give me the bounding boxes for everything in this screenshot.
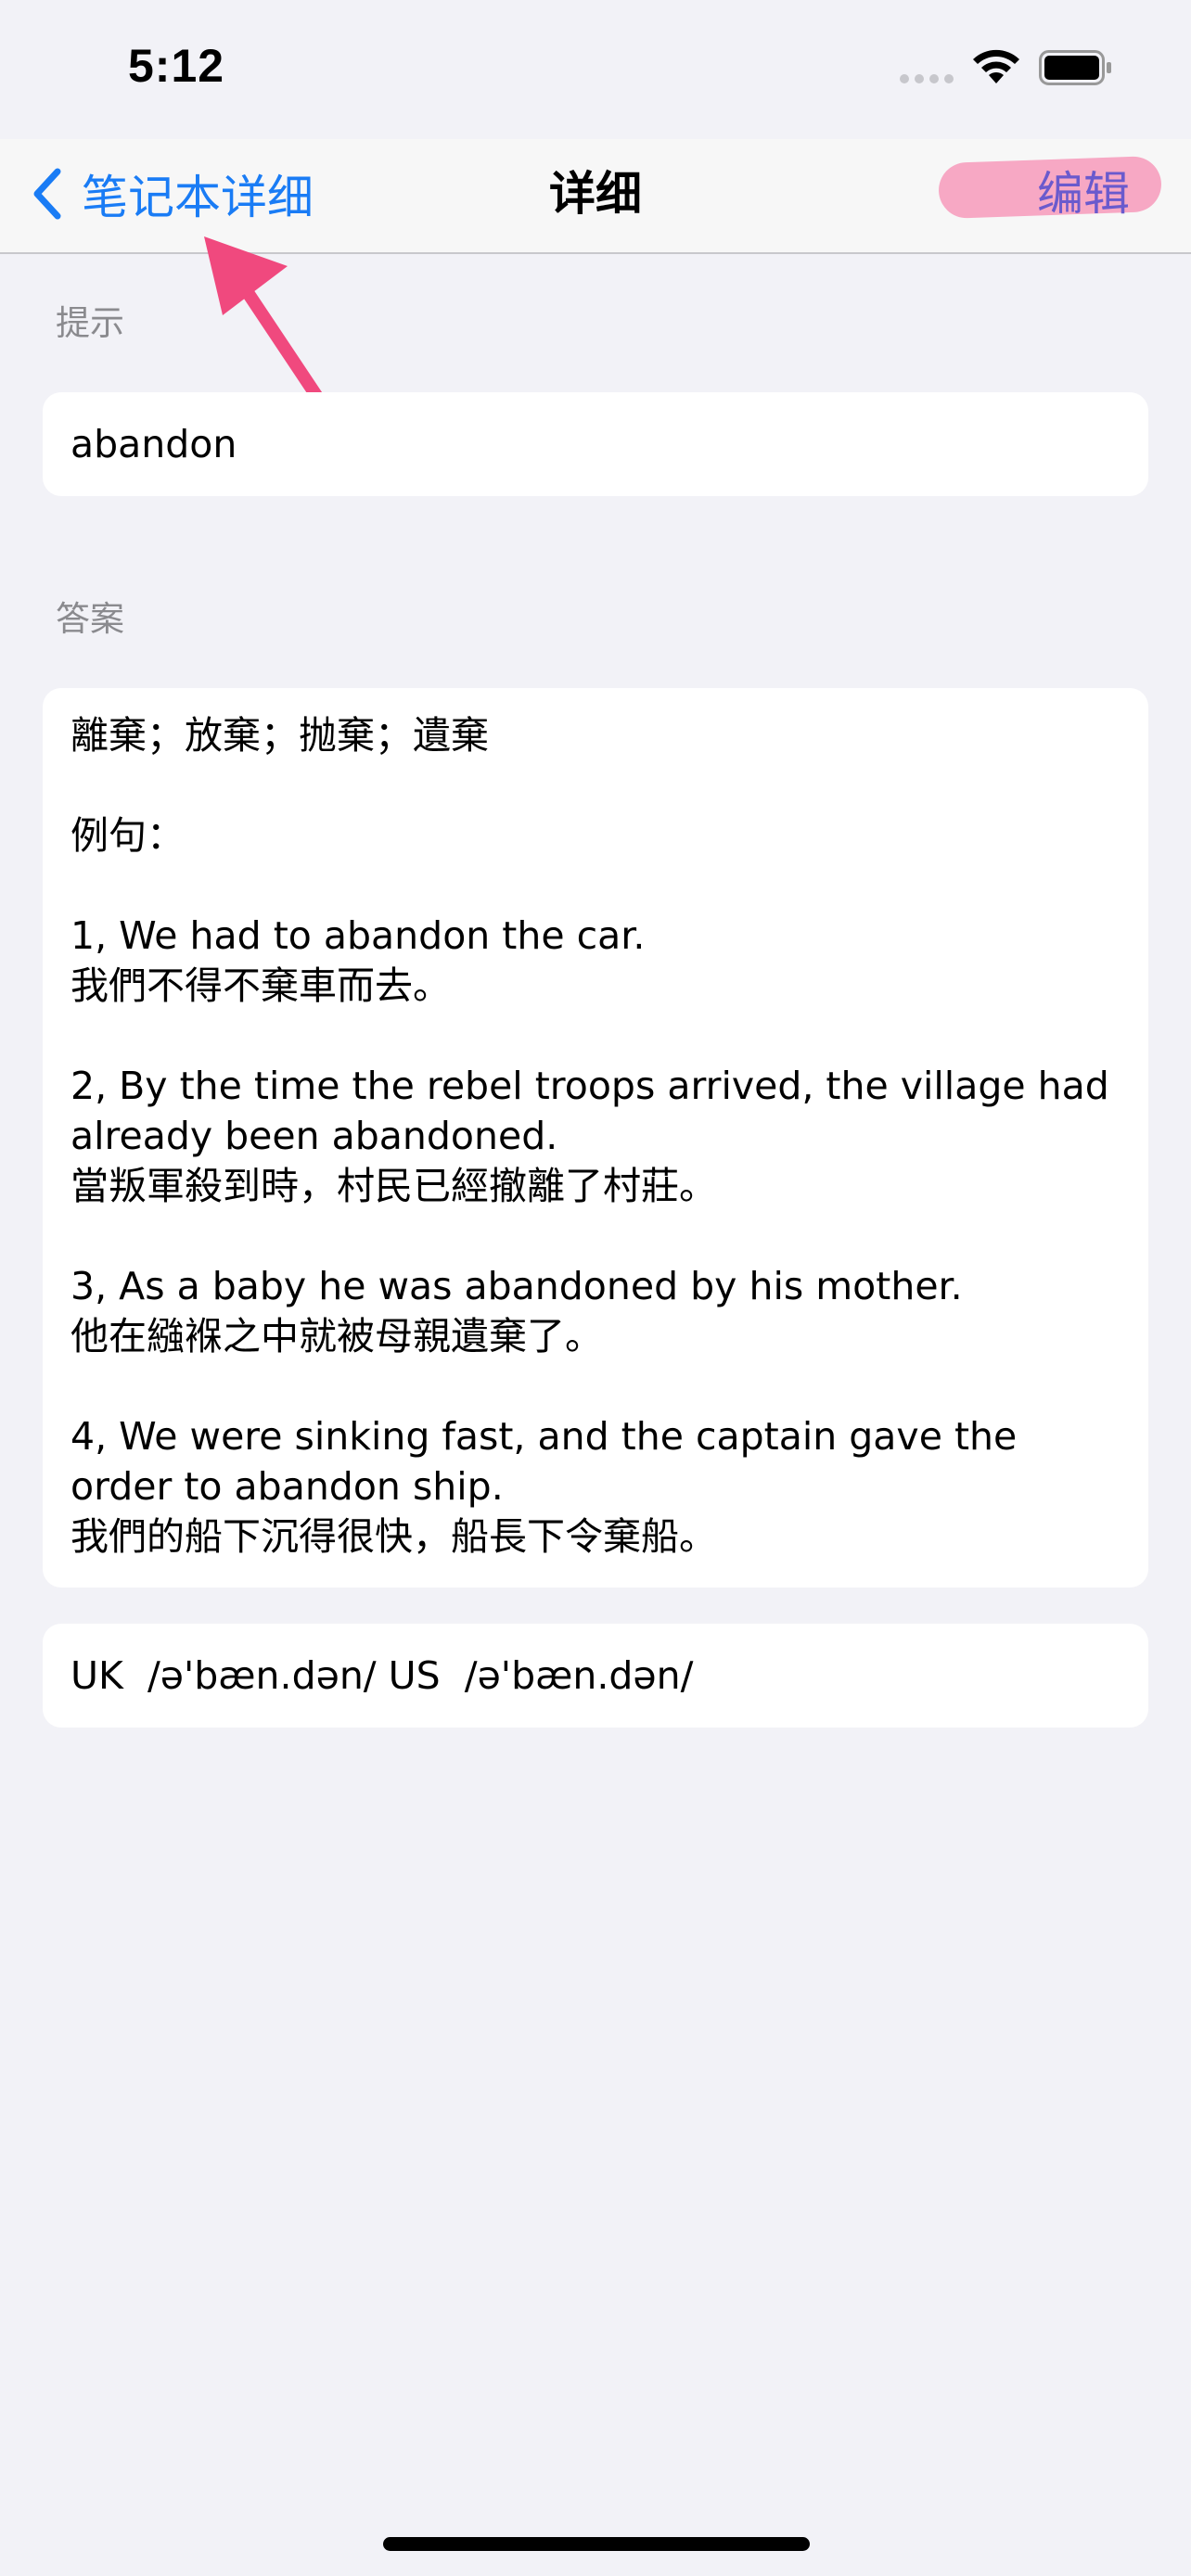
edit-button[interactable]: 编辑 xyxy=(1020,161,1159,226)
hint-card: abandon xyxy=(43,392,1148,496)
answer-text: 離棄；放棄；抛棄；遺棄 例句： 1, We had to abandon the… xyxy=(70,713,1109,1559)
navigation-bar: 笔记本详细 详细 编辑 xyxy=(0,139,1191,254)
hint-value: abandon xyxy=(70,422,237,466)
home-indicator[interactable] xyxy=(383,2537,810,2551)
status-bar: 5:12 xyxy=(0,0,1191,139)
battery-icon xyxy=(1039,50,1111,85)
status-time: 5:12 xyxy=(128,40,225,92)
answer-card: 離棄；放棄；抛棄；遺棄 例句： 1, We had to abandon the… xyxy=(43,688,1148,1588)
phonetic-card: UK /ə'bæn.dən/ US /ə'bæn.dən/ xyxy=(43,1624,1148,1728)
wifi-icon xyxy=(973,49,1019,83)
cellular-signal-icon xyxy=(900,74,955,85)
answer-section-header: 答案 xyxy=(56,599,124,639)
hint-section-header: 提示 xyxy=(56,303,124,343)
phonetic-text: UK /ə'bæn.dən/ US /ə'bæn.dən/ xyxy=(70,1653,694,1698)
